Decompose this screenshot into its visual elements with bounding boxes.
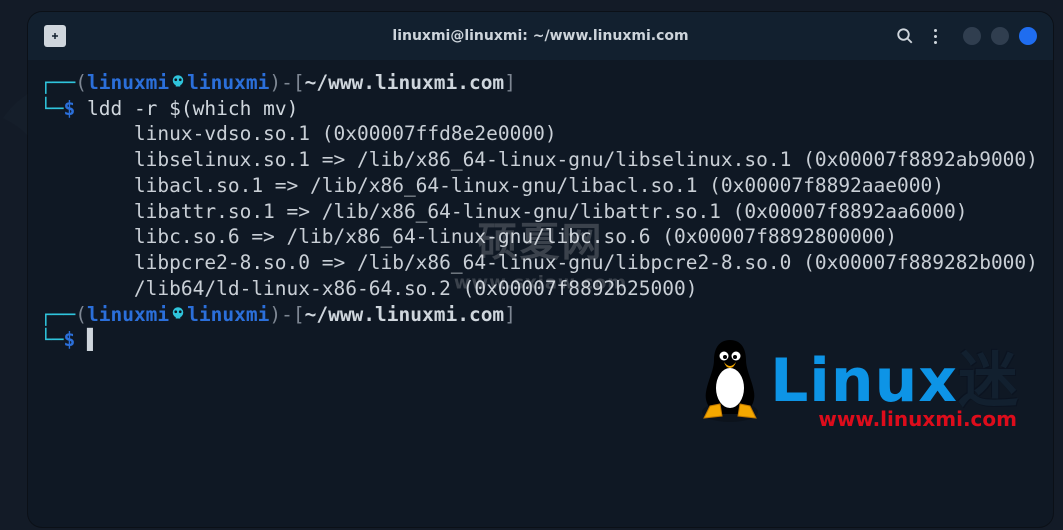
output-line: libpcre2-8.so.0 => /lib/x86_64-linux-gnu… [40,251,1038,274]
menu-icon[interactable] [930,29,941,44]
command-text: ldd -r $(which mv) [87,97,298,120]
close-button[interactable] [1019,27,1037,45]
terminal-window: linuxmi@linuxmi: ~/www.linuxmi.com 硕夏网 w… [28,12,1053,527]
maximize-button[interactable] [991,27,1009,45]
output-line: linux-vdso.so.1 (0x00007ffd8e2e0000) [40,122,557,145]
output-line: libselinux.so.1 => /lib/x86_64-linux-gnu… [40,148,1038,171]
linuxmi-url: www.linuxmi.com [818,406,1017,432]
search-icon[interactable] [896,27,914,45]
minimize-button[interactable] [963,27,981,45]
terminal-content: (linuxmilinuxmi)-[~/www.linuxmi.com] $ l… [40,70,1041,353]
new-tab-button[interactable] [44,25,66,47]
window-title: linuxmi@linuxmi: ~/www.linuxmi.com [392,28,688,44]
output-line: libacl.so.1 => /lib/x86_64-linux-gnu/lib… [40,174,944,197]
terminal-body[interactable]: 硕夏网 www.sxiaw.com (linuxmilinuxmi)-[~/ww… [28,60,1053,527]
output-line: /lib64/ld-linux-x86-64.so.2 (0x00007f889… [40,277,697,300]
output-line: libattr.so.1 => /lib/x86_64-linux-gnu/li… [40,200,967,223]
output-line: libc.so.6 => /lib/x86_64-linux-gnu/libc.… [40,225,897,248]
titlebar: linuxmi@linuxmi: ~/www.linuxmi.com [28,12,1053,60]
cursor: ▌ [87,328,99,351]
